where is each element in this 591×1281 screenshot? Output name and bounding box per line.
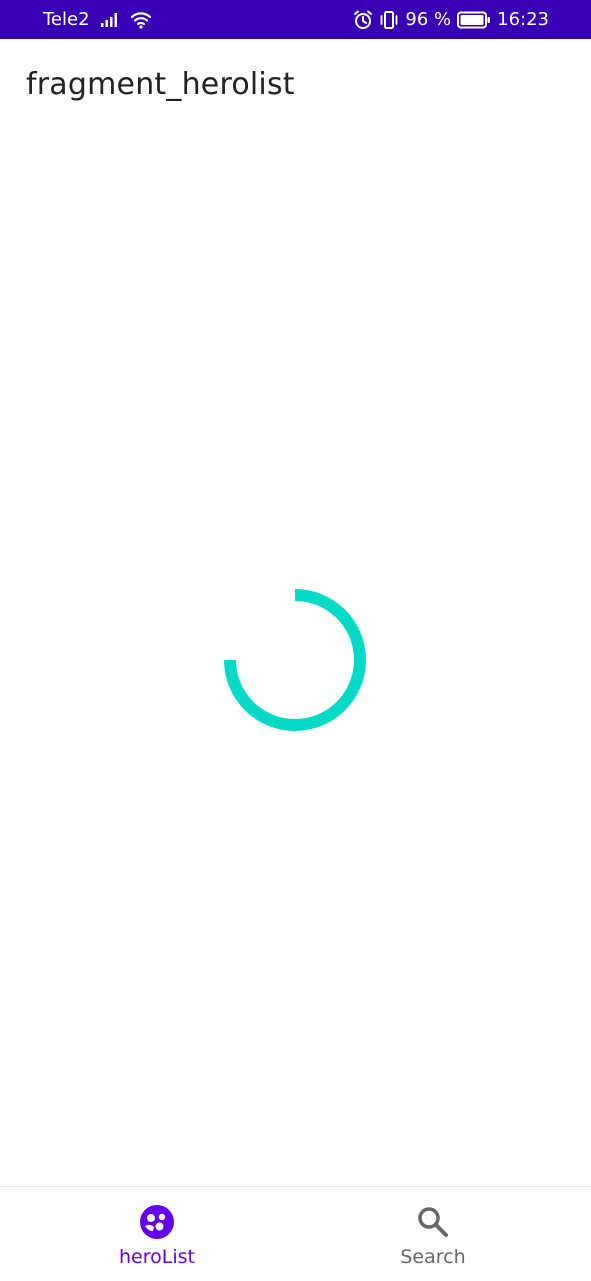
search-icon [415,1204,451,1240]
wifi-icon [130,11,152,29]
vibrate-icon [379,10,399,30]
page-title: fragment_herolist [26,67,295,102]
status-bar: Tele2 96 % 16:23 [0,0,591,39]
nav-item-search[interactable]: Search [353,1187,513,1281]
bottom-navigation: heroList Search [0,1186,591,1281]
hero-list-content [0,135,591,1186]
clock: 16:23 [497,9,549,30]
nav-item-herolist[interactable]: heroList [77,1187,237,1281]
nav-label-herolist: heroList [119,1246,195,1268]
nav-label-search: Search [400,1246,466,1268]
progress-spinner-icon [224,589,366,735]
hero-group-icon [139,1204,175,1240]
battery-icon [457,11,491,29]
app-toolbar: fragment_herolist [0,39,591,135]
battery-percent: 96 % [405,9,452,30]
status-bar-left: Tele2 [43,0,152,39]
carrier-label: Tele2 [43,9,90,30]
alarm-icon [353,10,373,30]
signal-icon [100,12,120,28]
status-bar-right: 96 % 16:23 [353,0,549,39]
